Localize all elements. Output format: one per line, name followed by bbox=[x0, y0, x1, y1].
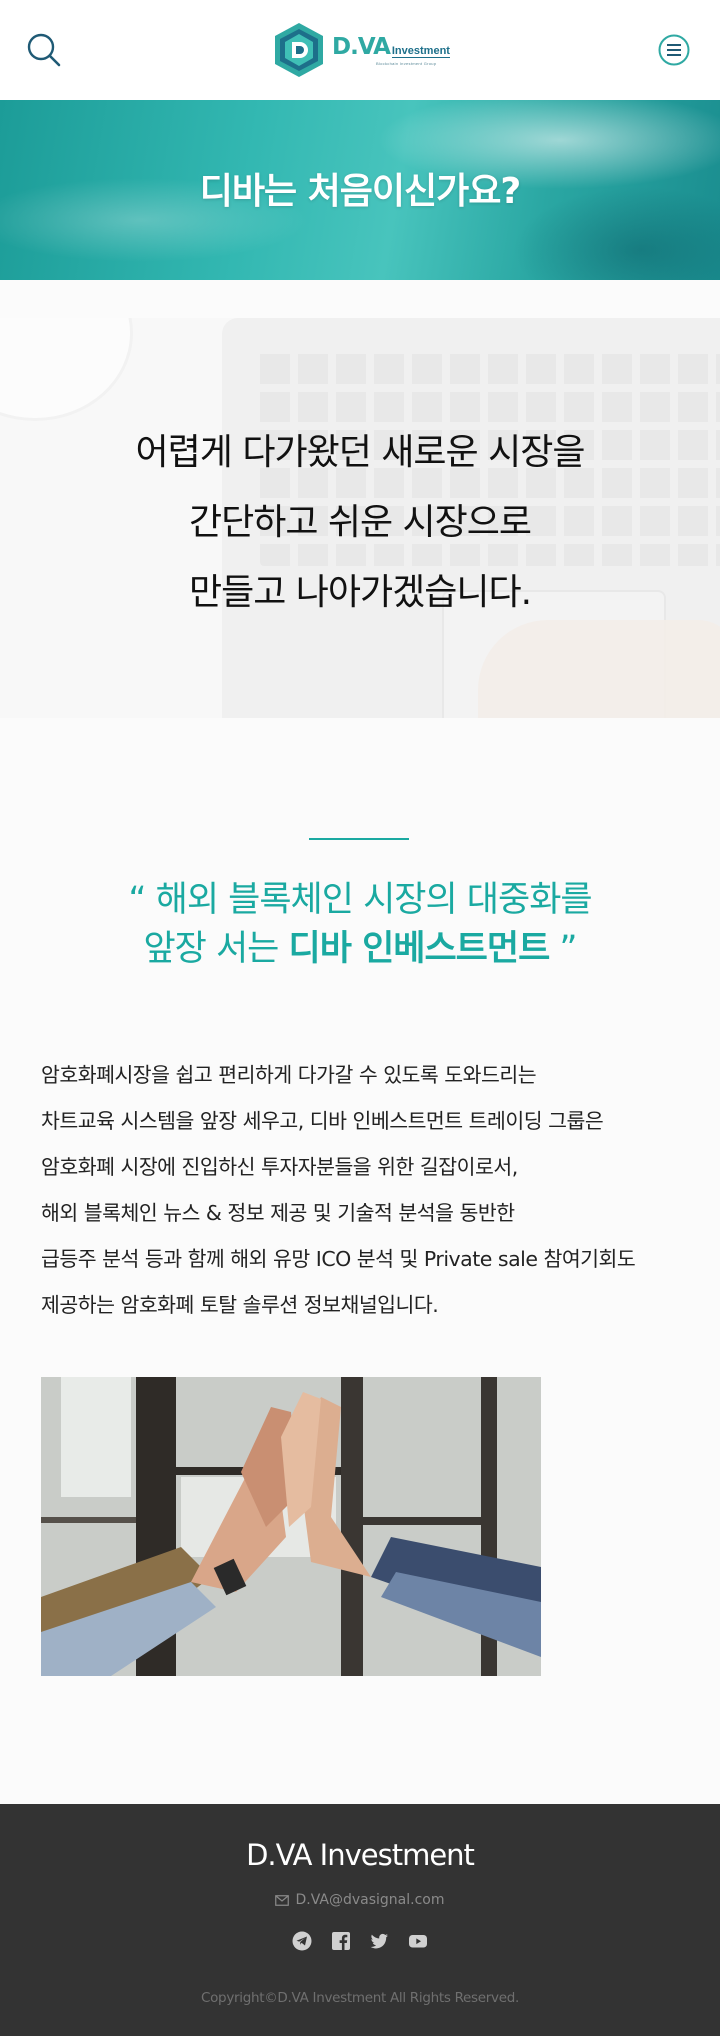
hero-line: 만들고 나아가겠습니다. bbox=[188, 572, 532, 613]
copyright-text: Copyright©D.VA Investment All Rights Res… bbox=[200, 1990, 520, 2006]
youtube-icon[interactable] bbox=[408, 1931, 428, 1951]
footer-contact: D.VA@dvasignal.com bbox=[0, 1892, 720, 1908]
telegram-icon[interactable] bbox=[292, 1931, 312, 1951]
section-divider bbox=[309, 838, 409, 840]
description-line: 암호화폐시장을 쉽고 편리하게 다가갈 수 있도록 도와드리는 bbox=[41, 1063, 537, 1087]
social-links bbox=[292, 1930, 428, 1952]
logo-brand: D.VA bbox=[332, 34, 391, 60]
hero-line: 간단하고 쉬운 시장으로 bbox=[188, 502, 532, 543]
footer-email-link[interactable]: D.VA@dvasignal.com bbox=[295, 1892, 444, 1908]
page-title: 디바는 처음이신가요? bbox=[199, 171, 522, 212]
footer-brand: D.VA Investment bbox=[246, 1838, 475, 1872]
hero-text: 어렵게 다가왔던 새로운 시장을 간단하고 쉬운 시장으로 만들고 나아가겠습니… bbox=[0, 418, 720, 628]
description-line: 차트교육 시스템을 앞장 세우고, 디바 인베스트먼트 트레이딩 그룹은 bbox=[41, 1109, 604, 1133]
mail-icon bbox=[275, 1894, 290, 1906]
high-five-image bbox=[41, 1377, 541, 1676]
intro-description: 암호화폐시장을 쉽고 편리하게 다가갈 수 있도록 도와드리는 차트교육 시스템… bbox=[41, 1052, 681, 1328]
site-footer: D.VA Investment D.VA@dvasignal.com Copyr… bbox=[0, 1804, 720, 2036]
hero-section: 어렵게 다가왔던 새로운 시장을 간단하고 쉬운 시장으로 만들고 나아가겠습니… bbox=[0, 318, 720, 718]
quote-line: “ 해외 블록체인 시장의 대중화를 bbox=[128, 880, 592, 920]
site-header: D.VA Investment Blockchain Investment Gr… bbox=[0, 0, 720, 100]
hero-line: 어렵게 다가왔던 새로운 시장을 bbox=[135, 432, 586, 473]
logo-suffix: Investment bbox=[391, 45, 450, 58]
description-line: 급등주 분석 등과 함께 해외 유망 ICO 분석 및 Private sale… bbox=[41, 1247, 636, 1271]
facebook-icon[interactable] bbox=[331, 1931, 351, 1951]
page-banner: 디바는 처음이신가요? bbox=[0, 100, 720, 280]
quote-line: 앞장 서는 디바 인베스트먼트 ” bbox=[0, 925, 720, 974]
description-line: 암호화폐 시장에 진입하신 투자자분들을 위한 길잡이로서, bbox=[41, 1155, 518, 1179]
high-five-photo bbox=[41, 1377, 541, 1676]
quote-brand: 디바 인베스트먼트 bbox=[288, 929, 551, 969]
logo-mark-icon bbox=[275, 23, 323, 77]
site-logo[interactable]: D.VA Investment Blockchain Investment Gr… bbox=[272, 20, 456, 80]
twitter-icon[interactable] bbox=[369, 1931, 389, 1951]
menu-icon[interactable] bbox=[657, 33, 691, 67]
logo-tagline: Blockchain Investment Group bbox=[376, 61, 437, 66]
description-line: 해외 블록체인 뉴스 & 정보 제공 및 기술적 분석을 동반한 bbox=[41, 1201, 515, 1225]
quote-text: 앞장 서는 bbox=[143, 929, 289, 969]
description-line: 제공하는 암호화폐 토탈 솔루션 정보채널입니다. bbox=[41, 1293, 439, 1317]
quote-close: ” bbox=[549, 929, 577, 969]
intro-quote: “ 해외 블록체인 시장의 대중화를 앞장 서는 디바 인베스트먼트 ” bbox=[0, 876, 720, 974]
search-icon[interactable] bbox=[26, 32, 62, 68]
